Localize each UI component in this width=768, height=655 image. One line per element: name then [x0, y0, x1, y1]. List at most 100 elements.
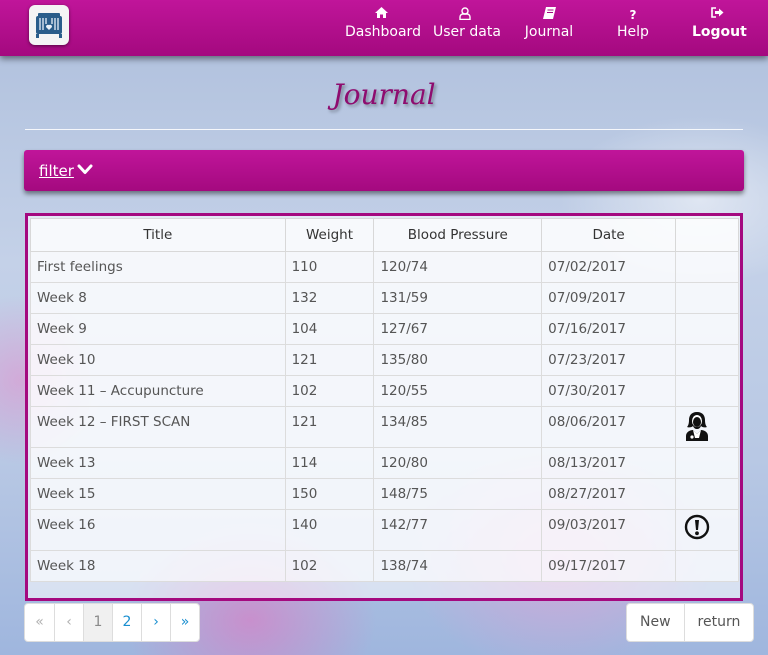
cell-blood-pressure: 127/67: [373, 313, 543, 345]
nav-journal-label: Journal: [524, 24, 574, 40]
filter-panel: filter: [24, 150, 744, 191]
new-button[interactable]: New: [627, 604, 684, 641]
table-row[interactable]: First feelings 110 120/74 07/02/2017: [30, 251, 739, 283]
pagination-page-2[interactable]: 2: [112, 604, 141, 641]
cell-weight: 110: [284, 251, 375, 283]
cell-blood-pressure: 135/80: [373, 344, 543, 376]
cell-title: Week 16: [30, 509, 286, 551]
pagination: « ‹ 1 2 › »: [24, 603, 200, 642]
cell-title: Week 10: [30, 344, 286, 376]
table-row[interactable]: Week 11 – Accupuncture 102 120/55 07/30/…: [30, 375, 739, 407]
cell-date: 07/09/2017: [541, 282, 677, 314]
doctor-icon[interactable]: [684, 412, 710, 445]
cell-blood-pressure: 120/74: [373, 251, 543, 283]
cell-icon: [675, 282, 739, 314]
column-header-weight[interactable]: Weight: [284, 218, 375, 252]
cell-date: 08/27/2017: [541, 478, 677, 510]
column-header-blood-pressure[interactable]: Blood Pressure: [373, 218, 543, 252]
cell-blood-pressure: 131/59: [373, 282, 543, 314]
cell-blood-pressure: 134/85: [373, 406, 543, 448]
question-icon: ?: [629, 8, 637, 22]
cell-title: Week 13: [30, 447, 286, 479]
cell-icon: [675, 406, 739, 448]
cell-blood-pressure: 142/77: [373, 509, 543, 551]
cell-title: Week 12 – FIRST SCAN: [30, 406, 286, 448]
cell-weight: 104: [284, 313, 375, 345]
cell-icon: [675, 478, 739, 510]
cell-icon: [675, 447, 739, 479]
crib-logo-icon: [36, 13, 62, 38]
pagination-prev[interactable]: ‹: [54, 604, 83, 641]
table-row[interactable]: Week 13 114 120/80 08/13/2017: [30, 447, 739, 479]
cell-blood-pressure: 120/80: [373, 447, 543, 479]
cell-icon: [675, 344, 739, 376]
home-icon: [345, 7, 417, 23]
cell-weight: 121: [284, 406, 375, 448]
nav-dashboard-label: Dashboard: [345, 24, 421, 40]
table-row[interactable]: Week 12 – FIRST SCAN 121 134/85 08/06/20…: [30, 406, 739, 448]
action-button-group: New return: [626, 603, 755, 642]
table-row[interactable]: Week 10 121 135/80 07/23/2017: [30, 344, 739, 376]
return-button[interactable]: return: [683, 604, 754, 641]
cell-title: Week 15: [30, 478, 286, 510]
column-header-title[interactable]: Title: [30, 218, 286, 252]
cell-blood-pressure: 148/75: [373, 478, 543, 510]
cell-date: 08/06/2017: [541, 406, 677, 448]
title-divider: [25, 129, 743, 130]
cell-blood-pressure: 138/74: [373, 550, 543, 582]
cell-icon: [675, 550, 739, 582]
cell-title: Week 9: [30, 313, 286, 345]
nav-logout[interactable]: Logout: [692, 7, 747, 41]
cell-date: 07/02/2017: [541, 251, 677, 283]
column-header-date[interactable]: Date: [541, 218, 677, 252]
user-icon: [433, 7, 497, 23]
nav-help-label: Help: [617, 24, 649, 40]
table-row[interactable]: Week 9 104 127/67 07/16/2017: [30, 313, 739, 345]
cell-icon: [675, 375, 739, 407]
column-header-icon: [675, 218, 739, 252]
nav-logout-label: Logout: [692, 24, 747, 40]
nav-help[interactable]: ? Help: [614, 7, 652, 41]
cell-icon: [675, 313, 739, 345]
journal-table: Title Weight Blood Pressure Date First f…: [30, 218, 739, 582]
nav-dashboard[interactable]: Dashboard: [345, 7, 421, 41]
pagination-first[interactable]: «: [25, 604, 54, 641]
cell-date: 07/16/2017: [541, 313, 677, 345]
sign-out-icon: [692, 7, 742, 23]
cell-title: Week 18: [30, 550, 286, 582]
cell-date: 07/30/2017: [541, 375, 677, 407]
table-row[interactable]: Week 8 132 131/59 07/09/2017: [30, 282, 739, 314]
cell-weight: 121: [284, 344, 375, 376]
nav-user-data-label: User data: [433, 24, 501, 40]
cell-title: First feelings: [30, 251, 286, 283]
book-icon: [524, 7, 574, 23]
pagination-last[interactable]: »: [170, 604, 199, 641]
cell-icon: [675, 251, 739, 283]
exclamation-circle-icon[interactable]: [684, 514, 710, 544]
table-row[interactable]: Week 18 102 138/74 09/17/2017: [30, 550, 739, 582]
cell-weight: 140: [284, 509, 375, 551]
filter-toggle[interactable]: filter: [39, 162, 74, 180]
top-navbar: Dashboard User data Journal ? Help Logou…: [0, 0, 768, 56]
cell-weight: 114: [284, 447, 375, 479]
cell-weight: 102: [284, 375, 375, 407]
cell-date: 09/03/2017: [541, 509, 677, 551]
cell-title: Week 8: [30, 282, 286, 314]
cell-date: 09/17/2017: [541, 550, 677, 582]
cell-weight: 150: [284, 478, 375, 510]
table-row[interactable]: Week 15 150 148/75 08/27/2017: [30, 478, 739, 510]
nav-journal[interactable]: Journal: [524, 7, 574, 41]
table-row[interactable]: Week 16 140 142/77 09/03/2017: [30, 509, 739, 551]
nav-user-data[interactable]: User data: [433, 7, 501, 41]
pagination-page-1[interactable]: 1: [83, 604, 112, 641]
chevron-down-icon[interactable]: [77, 162, 93, 178]
cell-weight: 132: [284, 282, 375, 314]
cell-title: Week 11 – Accupuncture: [30, 375, 286, 407]
cell-date: 07/23/2017: [541, 344, 677, 376]
page-title: Journal: [332, 78, 436, 111]
app-logo[interactable]: [29, 5, 69, 45]
cell-weight: 102: [284, 550, 375, 582]
cell-date: 08/13/2017: [541, 447, 677, 479]
pagination-next[interactable]: ›: [141, 604, 170, 641]
cell-icon: [675, 509, 739, 551]
